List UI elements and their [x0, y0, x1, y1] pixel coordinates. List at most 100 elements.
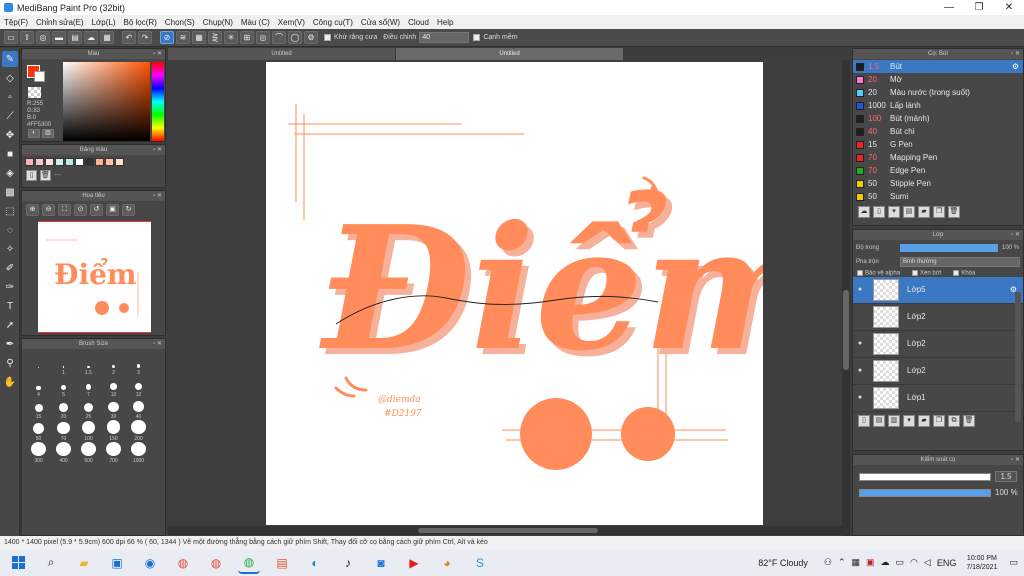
palette-add-icon[interactable]: ▯ — [26, 170, 37, 181]
menu-window[interactable]: Cửa sổ(W) — [361, 18, 400, 27]
snap-grid-icon[interactable]: ▦ — [192, 31, 206, 44]
brush-size-option[interactable]: 25 — [76, 398, 101, 420]
bucket-tool-icon[interactable]: ◈ — [2, 165, 18, 181]
youtube-icon[interactable]: ▶ — [403, 552, 425, 574]
actual-size-icon[interactable]: ⊙ — [74, 204, 87, 216]
dot-tool-icon[interactable]: ▫ — [2, 89, 18, 105]
palette-swatch[interactable] — [85, 158, 94, 166]
visibility-eye-icon[interactable]: ● — [853, 367, 867, 374]
layer-merge-icon[interactable]: ⧉ — [948, 414, 960, 427]
brush-size-option[interactable]: 3 — [126, 354, 151, 376]
brush-list-item[interactable]: 100 Bút (mảnh) — [853, 112, 1023, 125]
correction-select[interactable]: 40 — [419, 32, 470, 43]
brush-opacity-slider[interactable] — [859, 488, 991, 497]
rotate-left-icon[interactable]: ↺ — [90, 204, 103, 216]
shopee-icon[interactable]: ▤ — [271, 552, 293, 574]
layer-row[interactable]: ● Lớp1 — [853, 385, 1023, 412]
brush-size-option[interactable]: 300 — [26, 442, 51, 464]
dell-icon[interactable]: ◉ — [139, 552, 161, 574]
volume-icon[interactable]: ◁ — [924, 557, 931, 568]
menu-snap[interactable]: Chụp(N) — [203, 18, 233, 27]
brush-size-slider[interactable] — [859, 472, 991, 481]
palette-swatch[interactable] — [25, 158, 34, 166]
menu-file[interactable]: Tệp(F) — [4, 18, 28, 27]
select-pen-tool-icon[interactable]: ✐ — [2, 260, 18, 276]
panel-close-icon[interactable]: ▫ ✕ — [1011, 230, 1020, 240]
magic-wand-tool-icon[interactable]: ✧ — [2, 241, 18, 257]
move-tool-icon[interactable]: ✥ — [2, 127, 18, 143]
palette-swatch[interactable] — [55, 158, 64, 166]
brush-size-option[interactable]: 400 — [51, 442, 76, 464]
menu-filter[interactable]: Bộ lọc(R) — [124, 18, 157, 27]
lock-checkbox[interactable]: Khóa — [953, 270, 975, 277]
panel-close-icon[interactable]: ▫ ✕ — [1011, 49, 1020, 59]
weather-widget[interactable]: 82°F Cloudy — [758, 558, 808, 568]
brush-size-option[interactable]: 200 — [126, 420, 151, 442]
eyedropper-tool-icon[interactable]: ⚲ — [2, 355, 18, 371]
brush-size-option[interactable]: 150 — [101, 420, 126, 442]
brush-size-option[interactable]: 50 — [26, 420, 51, 442]
brush-settings-icon[interactable]: ▤ — [903, 206, 915, 218]
brush-size-option[interactable]: 1 — [51, 354, 76, 376]
brush-size-option[interactable]: 5 — [51, 376, 76, 398]
brush-list-item[interactable]: 20 Mờ — [853, 73, 1023, 86]
brush-size-option[interactable]: 100 — [76, 420, 101, 442]
brush-add-menu-icon[interactable]: ▾ — [888, 206, 900, 218]
brush-size-option[interactable]: 700 — [101, 442, 126, 464]
layer-row[interactable]: Lớp2 — [853, 304, 1023, 331]
menu-help[interactable]: Help — [437, 18, 453, 27]
search-icon[interactable]: ⌕ — [40, 552, 62, 574]
settings-icon[interactable]: ⚙ — [304, 31, 318, 44]
visibility-eye-icon[interactable]: ● — [853, 394, 867, 401]
panel-close-icon[interactable]: ▫ ✕ — [153, 191, 162, 201]
brush-list-item[interactable]: 50 Stipple Pen — [853, 177, 1023, 190]
windows-start-icon[interactable] — [12, 555, 26, 570]
line-tool-icon[interactable]: ⟋ — [2, 108, 18, 124]
snap-radial-icon[interactable]: ✳ — [224, 31, 238, 44]
tiktok-icon[interactable]: ♪ — [337, 552, 359, 574]
layer-scrollbar[interactable] — [1015, 292, 1021, 422]
chrome-icon[interactable]: ◍ — [205, 552, 227, 574]
gear-icon[interactable]: ⚙ — [1012, 62, 1019, 71]
snap-off-icon[interactable]: ⊘ — [160, 31, 174, 44]
divide-tool-icon[interactable]: ✒ — [2, 336, 18, 352]
chevron-up-icon[interactable]: ⌃ — [838, 557, 846, 568]
saturation-value-picker[interactable] — [63, 62, 150, 141]
menu-layer[interactable]: Lớp(L) — [92, 18, 116, 27]
menu-edit[interactable]: Chỉnh sửa(E) — [36, 18, 84, 27]
horizontal-scrollbar[interactable] — [168, 526, 842, 535]
notifications-icon[interactable]: ▭ — [1009, 557, 1018, 568]
film-icon[interactable]: ▦ — [100, 31, 114, 44]
hand-tool-icon[interactable]: ✋ — [2, 374, 18, 390]
palette-swatch[interactable] — [75, 158, 84, 166]
clock[interactable]: 10:00 PM 7/18/2021 — [966, 554, 997, 572]
brush-folder-icon[interactable]: ▰ — [918, 206, 930, 218]
select-eraser-tool-icon[interactable]: ✑ — [2, 279, 18, 295]
brush-add-icon[interactable]: ▯ — [873, 206, 885, 218]
brush-size-option[interactable]: 500 — [76, 442, 101, 464]
people-icon[interactable]: ⚇ — [824, 557, 832, 568]
brush-size-option[interactable]: 1000 — [126, 442, 151, 464]
select-tool-icon[interactable]: ⬚ — [2, 203, 18, 219]
rotate-right-icon[interactable]: ↻ — [122, 204, 135, 216]
brush-delete-icon[interactable]: 🗑 — [948, 206, 960, 218]
operation-tool-icon[interactable]: ➚ — [2, 317, 18, 333]
comment-icon[interactable]: ◎ — [36, 31, 50, 44]
zoom-in-icon[interactable]: ⊕ — [26, 204, 39, 216]
brush-list-item[interactable]: 20 Màu nước (trong suốt) — [853, 86, 1023, 99]
new-layer-icon[interactable]: ▯ — [858, 414, 870, 427]
brush-list-item[interactable]: 1000 Lấp lánh — [853, 99, 1023, 112]
gradient-tool-icon[interactable]: ▩ — [2, 184, 18, 200]
message-icon[interactable]: ▬ — [52, 31, 66, 44]
snap-curve-icon[interactable]: ⌒ — [272, 31, 286, 44]
brush-list-item[interactable]: 15 G Pen — [853, 138, 1023, 151]
snap-parallel-icon[interactable]: ≋ — [176, 31, 190, 44]
panel-icon[interactable]: ▤ — [68, 31, 82, 44]
layer-delete-icon[interactable]: 🗑 — [963, 414, 975, 427]
brush-size-option[interactable]: 20 — [51, 398, 76, 420]
snap-circle-icon[interactable]: ◎ — [256, 31, 270, 44]
brush-size-option[interactable]: 30 — [101, 398, 126, 420]
fill-rect-tool-icon[interactable]: ■ — [2, 146, 18, 162]
layer-row[interactable]: ● Lớp5 ⚙ — [853, 276, 1023, 304]
clipping-checkbox[interactable]: Xén bớt — [912, 270, 941, 277]
